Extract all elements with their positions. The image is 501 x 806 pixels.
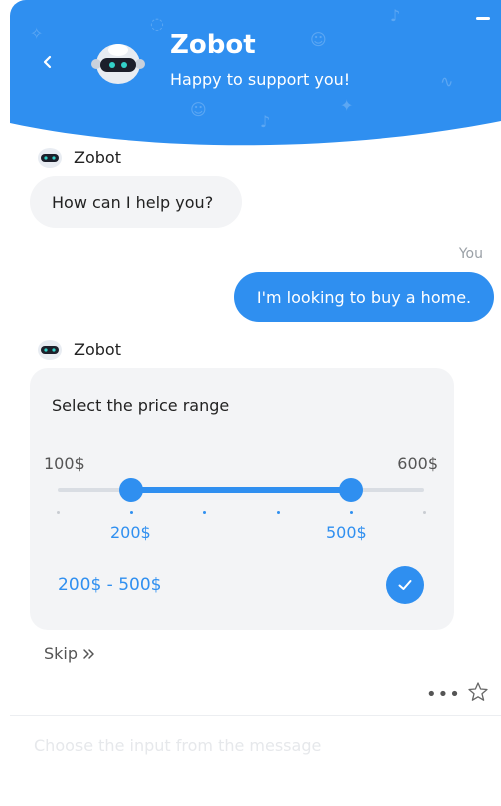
minimize-icon bbox=[476, 17, 490, 20]
slider-tick bbox=[349, 511, 353, 514]
decor-doodle: ♪ bbox=[390, 6, 401, 25]
decor-doodle: ◌ bbox=[150, 14, 164, 33]
bot-sender-line: Zobot bbox=[36, 338, 121, 360]
bot-sender-name: Zobot bbox=[74, 339, 121, 359]
range-title: Select the price range bbox=[52, 396, 230, 415]
slider-thumb-high[interactable] bbox=[338, 478, 363, 502]
user-message-bubble: I'm looking to buy a home. bbox=[234, 272, 494, 322]
bot-message-bubble: How can I help you? bbox=[30, 176, 242, 228]
minimize-button[interactable] bbox=[473, 12, 493, 26]
bot-avatar bbox=[91, 44, 145, 84]
range-max-label: 600$ bbox=[397, 454, 438, 473]
bot-name-title: Zobot bbox=[170, 30, 256, 60]
skip-button[interactable]: Skip bbox=[44, 644, 96, 663]
slider-tick bbox=[423, 511, 426, 514]
more-dots-icon[interactable]: ••• bbox=[426, 684, 461, 705]
back-button[interactable] bbox=[36, 50, 60, 74]
slider-tick bbox=[130, 511, 134, 514]
check-icon bbox=[398, 580, 412, 590]
header-wave bbox=[10, 121, 501, 148]
decor-doodle: ✧ bbox=[30, 24, 44, 43]
user-sender-label: You bbox=[458, 246, 483, 262]
message-input[interactable] bbox=[34, 730, 474, 760]
bot-sender-line: Zobot bbox=[36, 146, 121, 168]
decor-doodle: ☺ bbox=[310, 30, 327, 49]
slider-tick bbox=[57, 511, 60, 514]
composer bbox=[10, 716, 501, 786]
decor-doodle: ∿ bbox=[440, 72, 454, 91]
star-icon[interactable] bbox=[466, 680, 490, 704]
chevron-left-icon bbox=[43, 55, 52, 69]
price-range-card: Select the price range 100$ 600$ 200$ 50… bbox=[30, 368, 454, 630]
confirm-range-button[interactable] bbox=[386, 566, 424, 604]
price-range-slider[interactable] bbox=[57, 478, 426, 518]
bot-avatar-small bbox=[38, 148, 62, 168]
slider-tick bbox=[203, 511, 207, 514]
chat-header: ✧ ◌ ☺ ♪ ∿ ☺ ♪ ✦ Zobot Happy to support y… bbox=[10, 0, 501, 148]
slider-thumb-low[interactable] bbox=[119, 478, 144, 502]
header-subtitle: Happy to support you! bbox=[170, 70, 351, 89]
range-summary: 200$ - 500$ bbox=[58, 575, 162, 595]
range-min-label: 100$ bbox=[44, 454, 85, 473]
slider-tick bbox=[276, 511, 280, 514]
double-chevron-right-icon bbox=[83, 648, 94, 659]
bot-sender-name: Zobot bbox=[74, 147, 121, 167]
slider-selected-fill bbox=[131, 487, 351, 493]
selected-low-value: 200$ bbox=[110, 523, 151, 542]
skip-label: Skip bbox=[44, 644, 79, 663]
selected-high-value: 500$ bbox=[326, 523, 367, 542]
bot-avatar-small bbox=[38, 340, 62, 360]
